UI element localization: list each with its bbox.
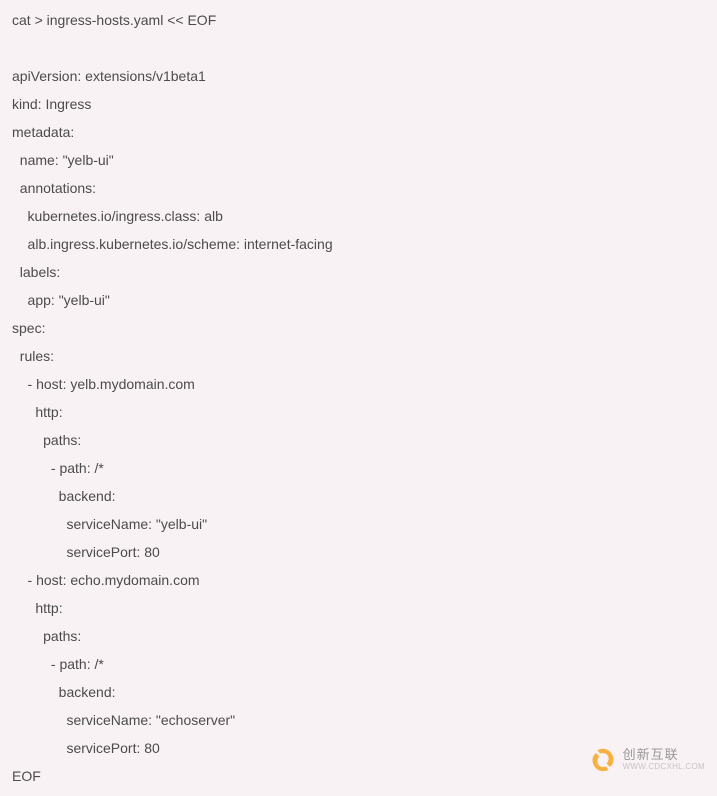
code-line: cat > ingress-hosts.yaml << EOF xyxy=(12,6,705,34)
code-line: http: xyxy=(12,398,705,426)
code-line: - path: /* xyxy=(12,454,705,482)
code-line: - path: /* xyxy=(12,650,705,678)
code-line: annotations: xyxy=(12,174,705,202)
code-line: name: "yelb-ui" xyxy=(12,146,705,174)
code-line: spec: xyxy=(12,314,705,342)
code-line: serviceName: "echoserver" xyxy=(12,706,705,734)
code-line: apiVersion: extensions/v1beta1 xyxy=(12,62,705,90)
watermark-main: 创新互联 xyxy=(623,748,705,762)
code-line: servicePort: 80 xyxy=(12,538,705,566)
code-line: metadata: xyxy=(12,118,705,146)
code-line: kubernetes.io/ingress.class: alb xyxy=(12,202,705,230)
code-line: backend: xyxy=(12,482,705,510)
code-line: labels: xyxy=(12,258,705,286)
code-line: http: xyxy=(12,594,705,622)
code-line: paths: xyxy=(12,426,705,454)
code-line: paths: xyxy=(12,622,705,650)
code-line: - host: echo.mydomain.com xyxy=(12,566,705,594)
code-line: app: "yelb-ui" xyxy=(12,286,705,314)
watermark: 创新互联 WWW.CDCXHL.COM xyxy=(589,746,705,774)
code-line: rules: xyxy=(12,342,705,370)
watermark-text: 创新互联 WWW.CDCXHL.COM xyxy=(623,748,705,771)
logo-icon xyxy=(589,746,617,774)
code-line: - host: yelb.mydomain.com xyxy=(12,370,705,398)
code-line: backend: xyxy=(12,678,705,706)
code-block: cat > ingress-hosts.yaml << EOF apiVersi… xyxy=(0,0,717,796)
code-line xyxy=(12,34,705,62)
code-line: alb.ingress.kubernetes.io/scheme: intern… xyxy=(12,230,705,258)
watermark-sub: WWW.CDCXHL.COM xyxy=(623,763,705,772)
code-line: kind: Ingress xyxy=(12,90,705,118)
code-line: serviceName: "yelb-ui" xyxy=(12,510,705,538)
